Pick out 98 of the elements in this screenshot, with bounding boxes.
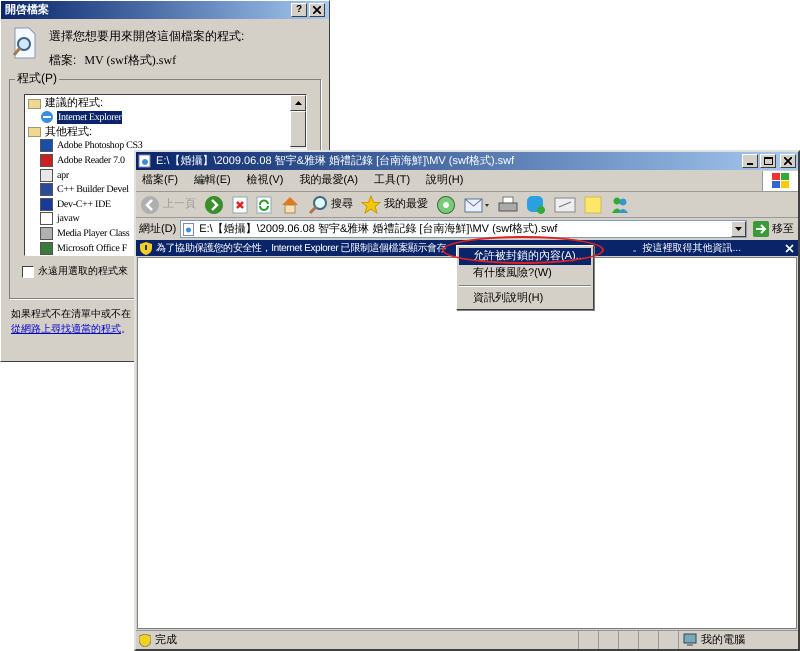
star-icon — [361, 194, 381, 214]
dialog-title: 開啓檔案 — [5, 2, 49, 18]
address-text: E:\【婚攝】\2009.06.08 智宇&雅琳 婚禮記錄 [台南海鮮]\MV (swf格式).swf — [199, 222, 558, 237]
media-button[interactable] — [436, 194, 456, 214]
folder-icon — [28, 126, 41, 138]
close-button[interactable] — [309, 3, 325, 17]
windows-logo-icon — [772, 172, 790, 188]
program-item[interactable]: javaw — [28, 212, 80, 226]
group-label: 程式(P) — [15, 72, 59, 84]
program-item[interactable]: Adobe Reader 7.0 — [28, 153, 126, 168]
file-label: 檔案: — [49, 52, 76, 69]
refresh-icon — [256, 196, 272, 214]
program-item[interactable]: Media Player Class — [28, 226, 130, 241]
printer-icon — [498, 196, 518, 214]
group-heading: 建議的程式: — [45, 96, 104, 110]
menu-item[interactable]: 我的最愛(A) — [299, 172, 358, 189]
go-button[interactable]: 移至 — [751, 220, 796, 238]
checkbox-label: 永遠用選取的程式來 — [38, 264, 128, 279]
envelope-icon — [464, 196, 490, 214]
stop-icon — [232, 196, 248, 214]
status-text: 完成 — [155, 632, 177, 648]
hint-text: 如果程式不在清單中或不在 — [11, 308, 132, 322]
help-button[interactable]: ? — [291, 3, 307, 17]
context-menu-item[interactable]: 資訊列說明(H) — [459, 290, 591, 307]
program-icon — [40, 154, 53, 167]
minimize-icon — [747, 163, 753, 165]
people-icon — [610, 196, 630, 214]
minimize-button[interactable] — [742, 154, 758, 168]
menu-item[interactable]: 檢視(V) — [246, 172, 284, 189]
program-name: Internet Explorer — [57, 110, 122, 124]
program-item[interactable]: Internet Explorer — [28, 110, 122, 125]
program-icon — [40, 242, 53, 255]
program-item[interactable]: Microsoft Office F — [28, 240, 128, 255]
program-name: Media Player Class — [56, 226, 130, 240]
program-icon — [40, 198, 53, 211]
program-icon — [40, 139, 53, 152]
caret-icon — [735, 227, 742, 231]
menu-item[interactable]: 編輯(E) — [194, 172, 231, 189]
computer-icon — [683, 633, 697, 647]
program-item[interactable]: Adobe Photoshop CS3 — [28, 138, 144, 154]
scrollbar-thumb[interactable] — [290, 111, 306, 147]
search-button[interactable]: 搜尋 — [308, 194, 353, 214]
shield-icon — [140, 242, 152, 254]
zone-text: 我的電腦 — [701, 632, 745, 648]
prompt-text: 選擇您想要用來開啓這個檔案的程式: — [49, 28, 244, 45]
forward-button[interactable] — [204, 194, 224, 214]
program-name: apr — [56, 168, 70, 182]
address-field[interactable]: E:\【婚攝】\2009.06.08 智宇&雅琳 婚禮記錄 [台南海鮮]\MV (swf格式).swf — [180, 220, 747, 238]
file-name: MV (swf格式).swf — [84, 52, 176, 69]
go-arrow-icon — [753, 221, 769, 237]
context-menu-item[interactable]: 有什麼風險?(W) — [459, 265, 591, 282]
program-name: C++ Builder Devel — [56, 183, 130, 196]
program-name: Dev-C++ IDE — [56, 198, 112, 211]
program-icon — [40, 212, 53, 226]
shield-icon — [139, 634, 151, 646]
menu-item[interactable]: 說明(H) — [426, 172, 464, 189]
document-magnifier-icon — [11, 27, 37, 59]
close-button[interactable] — [780, 154, 796, 168]
dropdown-button[interactable] — [731, 221, 746, 237]
folder-icon — [28, 98, 41, 108]
program-item[interactable]: apr — [28, 168, 70, 182]
information-bar-text: 。按這裡取得其他資訊... — [632, 242, 741, 256]
program-name: javaw — [56, 212, 80, 226]
refresh-button[interactable] — [256, 196, 272, 214]
program-name: Adobe Photoshop CS3 — [56, 139, 144, 152]
program-item[interactable]: Dev-C++ IDE — [28, 196, 112, 212]
print-button[interactable] — [498, 196, 518, 214]
program-name: Microsoft Office F — [56, 242, 128, 255]
page-icon — [183, 222, 196, 236]
note-icon — [584, 196, 602, 214]
page-icon — [138, 154, 152, 168]
maximize-icon — [764, 157, 772, 165]
stop-button[interactable] — [232, 196, 248, 214]
scroll-up-icon[interactable] — [294, 101, 302, 105]
search-icon — [308, 194, 328, 214]
program-item[interactable]: C++ Builder Devel — [28, 182, 130, 197]
program-icon — [40, 168, 53, 182]
group-heading: 其他程式: — [45, 124, 92, 139]
find-program-link[interactable]: 從網路上尋找適當的程式 — [11, 322, 121, 337]
program-icon — [40, 226, 53, 240]
favorites-button[interactable]: 我的最愛 — [361, 194, 428, 214]
mail-button[interactable] — [464, 196, 490, 214]
browser-title: E:\【婚攝】\2009.06.08 智宇&雅琳 婚禮記錄 [台南海鮮]\MV (swf格式).swf — [156, 154, 514, 169]
menu-item[interactable]: 工具(T) — [374, 172, 410, 189]
close-icon — [784, 157, 792, 165]
media-disc-icon — [436, 194, 456, 214]
edit-button[interactable] — [554, 196, 576, 212]
maximize-button[interactable] — [760, 154, 776, 168]
document-edit-icon — [554, 196, 576, 212]
close-icon — [313, 6, 321, 14]
program-name: Adobe Reader 7.0 — [56, 154, 126, 167]
address-label: 網址(D) — [139, 222, 176, 237]
menu-item[interactable]: 檔案(F) — [142, 172, 178, 189]
link-tail: 。 — [121, 323, 131, 337]
house-icon — [280, 196, 300, 214]
checkbox[interactable] — [22, 266, 34, 278]
close-icon[interactable] — [785, 244, 794, 252]
program-icon — [40, 183, 53, 196]
